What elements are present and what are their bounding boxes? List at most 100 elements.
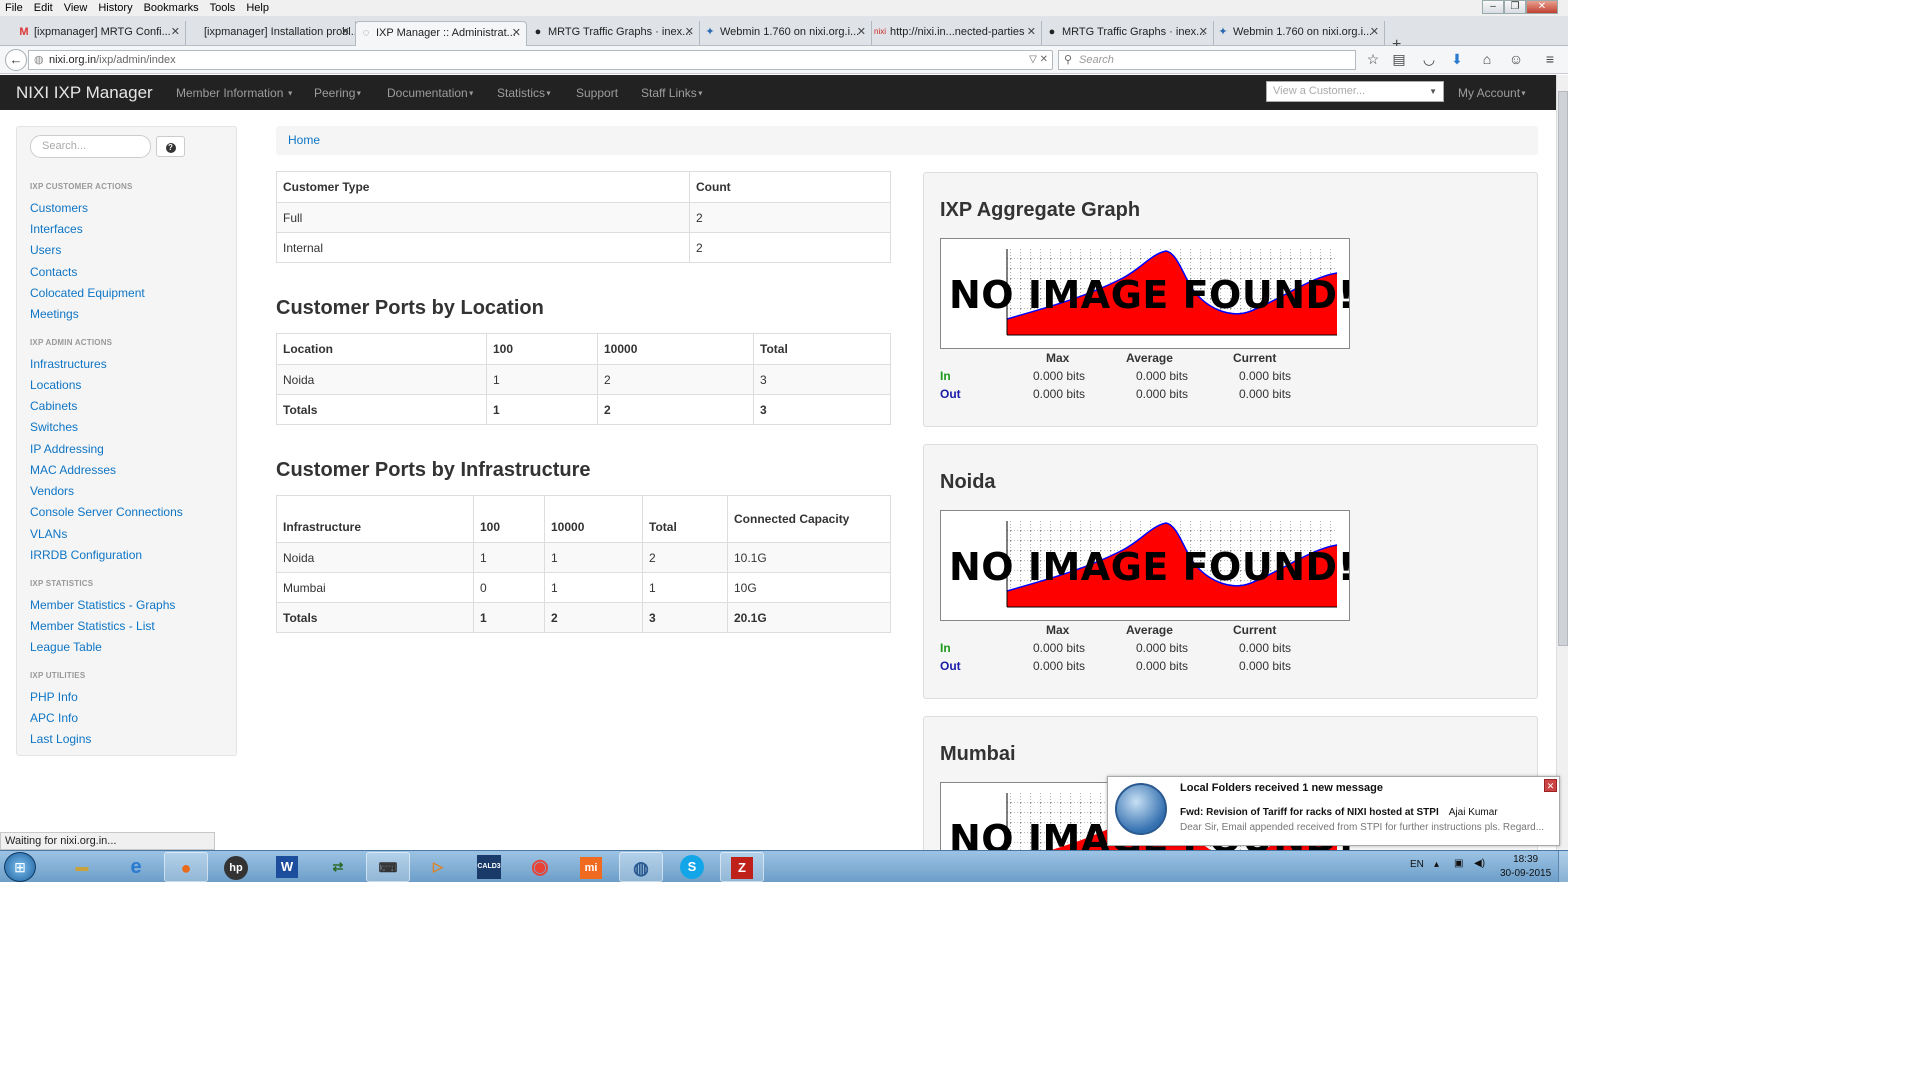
chat-icon[interactable]: ☺ [1507, 51, 1525, 67]
nav-peering[interactable]: Peering▼ [314, 86, 362, 100]
sidebar-item-customers[interactable]: Customers [30, 201, 88, 215]
close-tab-icon[interactable]: ✕ [341, 21, 350, 43]
language-indicator[interactable]: EN [1410, 859, 1424, 870]
mi-icon[interactable]: mi [569, 852, 613, 882]
sidebar-item-vlans[interactable]: VLANs [30, 527, 67, 541]
help-button[interactable]: ? [156, 136, 185, 157]
reading-list-icon[interactable]: ▤ [1390, 51, 1408, 68]
maximize-button[interactable]: ❐ [1504, 0, 1526, 14]
sidebar-item-member-statistics-list[interactable]: Member Statistics - List [30, 619, 155, 633]
sidebar-item-ip-addressing[interactable]: IP Addressing [30, 442, 104, 456]
media-icon[interactable]: ▷ [416, 852, 460, 882]
sidebar-search-input[interactable]: Search... [30, 135, 151, 158]
traffic-graph-image[interactable]: NO IMAGE FOUND! [940, 238, 1350, 349]
sidebar-item-meetings[interactable]: Meetings [30, 307, 79, 321]
sidebar-item-cabinets[interactable]: Cabinets [30, 399, 77, 413]
close-tab-icon[interactable]: ✕ [1370, 21, 1379, 43]
menu-view[interactable]: View [59, 2, 94, 14]
sidebar-item-users[interactable]: Users [30, 243, 61, 257]
nav-member-information[interactable]: Member Information ▼ [176, 86, 294, 100]
download-icon[interactable]: ⬇ [1448, 51, 1466, 68]
back-button[interactable]: ← [5, 49, 27, 71]
nav-staff-links[interactable]: Staff Links▼ [641, 86, 704, 100]
putty-icon[interactable]: ⌨ [366, 852, 410, 882]
tab-webmin-1[interactable]: ✦ Webmin 1.760 on nixi.org.i... ✕ [700, 21, 872, 46]
clock[interactable]: 18:39 30-09-2015 [1500, 853, 1551, 881]
scrollbar-thumb[interactable] [1558, 91, 1568, 646]
sidebar-item-interfaces[interactable]: Interfaces [30, 222, 83, 236]
home-icon[interactable]: ⌂ [1478, 51, 1496, 67]
ie-icon[interactable]: e [114, 852, 158, 882]
stat-header: Current [1233, 623, 1277, 637]
sidebar-item-apc-info[interactable]: APC Info [30, 711, 78, 725]
sidebar-item-mac-addresses[interactable]: MAC Addresses [30, 463, 116, 477]
view-customer-select[interactable]: View a Customer... ▼ [1266, 81, 1444, 102]
hamburger-menu-icon[interactable]: ≡ [1541, 51, 1559, 67]
sidebar-item-contacts[interactable]: Contacts [30, 265, 77, 279]
sidebar-item-league-table[interactable]: League Table [30, 640, 102, 654]
nav-support[interactable]: Support [576, 86, 618, 100]
tab-mrtg-1[interactable]: ● MRTG Traffic Graphs · inex... ✕ [528, 21, 700, 46]
sidebar-item-member-statistics-graphs[interactable]: Member Statistics - Graphs [30, 598, 175, 612]
sender-name: Ajai Kumar [1448, 807, 1498, 818]
nav-documentation[interactable]: Documentation▼ [387, 86, 475, 100]
breadcrumb-home-link[interactable]: Home [288, 133, 320, 147]
calc-icon[interactable]: CALD3 [467, 852, 511, 882]
tab-ixp-manager[interactable]: ◌ IXP Manager :: Administrat... ✕ [355, 21, 527, 46]
start-button[interactable]: ⊞ [4, 852, 36, 882]
pocket-icon[interactable]: ◡ [1420, 51, 1438, 68]
sidebar-item-console-server-connections[interactable]: Console Server Connections [30, 505, 183, 519]
sidebar-item-colocated-equipment[interactable]: Colocated Equipment [30, 286, 145, 300]
word-icon[interactable]: W [265, 852, 309, 882]
sidebar-item-vendors[interactable]: Vendors [30, 484, 74, 498]
winscp-icon[interactable]: ⇄ [316, 852, 360, 882]
tray-arrow-icon[interactable]: ▴ [1434, 859, 1439, 870]
nav-my-account[interactable]: My Account▼ [1458, 86, 1527, 100]
traffic-graph-image[interactable]: NO IMAGE FOUND! [940, 510, 1350, 621]
menu-file[interactable]: File [0, 2, 29, 14]
sidebar-item-switches[interactable]: Switches [30, 420, 78, 434]
sidebar-item-locations[interactable]: Locations [30, 378, 81, 392]
close-tab-icon[interactable]: ✕ [512, 22, 521, 44]
skype-icon[interactable]: S [670, 852, 714, 882]
minimize-button[interactable]: – [1482, 0, 1504, 14]
filezilla-icon[interactable]: Z [720, 852, 764, 882]
close-tab-icon[interactable]: ✕ [1027, 21, 1036, 43]
menu-tools[interactable]: Tools [205, 2, 242, 14]
close-window-button[interactable]: ✕ [1526, 0, 1558, 14]
volume-icon[interactable]: ◀) [1474, 858, 1485, 869]
bookmark-star-icon[interactable]: ☆ [1364, 51, 1382, 68]
menu-edit[interactable]: Edit [29, 2, 59, 14]
sidebar-item-infrastructures[interactable]: Infrastructures [30, 357, 107, 371]
nav-statistics[interactable]: Statistics▼ [497, 86, 552, 100]
url-controls-icon[interactable]: ▽ ✕ [1029, 51, 1048, 69]
brand-title[interactable]: NIXI IXP Manager [16, 83, 153, 103]
hp-icon[interactable]: hp [214, 852, 258, 882]
thunderbird-icon[interactable]: ◍ [619, 852, 663, 882]
close-tab-icon[interactable]: ✕ [1199, 21, 1208, 43]
menu-bookmarks[interactable]: Bookmarks [139, 2, 205, 14]
close-notification-icon[interactable]: ✕ [1544, 779, 1557, 792]
network-icon[interactable]: ▣ [1454, 858, 1463, 869]
menu-help[interactable]: Help [241, 2, 275, 14]
explorer-icon[interactable]: ▬ [60, 852, 104, 882]
close-tab-icon[interactable]: ✕ [171, 21, 180, 43]
sidebar-item-irrdb-configuration[interactable]: IRRDB Configuration [30, 548, 142, 562]
tab-mrtg-2[interactable]: ● MRTG Traffic Graphs · inex... ✕ [1042, 21, 1214, 46]
tab-webmin-2[interactable]: ✦ Webmin 1.760 on nixi.org.i... ✕ [1213, 21, 1385, 46]
chrome-icon[interactable]: ◉ [518, 852, 562, 882]
sidebar-item-php-info[interactable]: PHP Info [30, 690, 78, 704]
show-desktop-button[interactable] [1558, 851, 1568, 882]
close-tab-icon[interactable]: ✕ [685, 21, 694, 43]
page-scrollbar[interactable] [1556, 75, 1568, 850]
sidebar-item-last-logins[interactable]: Last Logins [30, 732, 91, 746]
tab-gmail[interactable]: M [ixpmanager] MRTG Confi... ✕ [14, 21, 186, 46]
tab-installation[interactable]: [ixpmanager] Installation probl... ✕ [184, 21, 356, 46]
close-tab-icon[interactable]: ✕ [857, 21, 866, 43]
firefox-icon[interactable]: ● [164, 852, 208, 882]
tab-nixi[interactable]: nixi http://nixi.in...nected-parties ✕ [870, 21, 1042, 46]
mail-notification[interactable]: Local Folders received 1 new message Fwd… [1107, 776, 1560, 846]
browser-search-input[interactable]: ⚲ Search [1058, 50, 1356, 70]
url-bar[interactable]: ◍ nixi.org.in/ixp/admin/index ▽ ✕ [28, 50, 1053, 70]
menu-history[interactable]: History [93, 2, 138, 14]
